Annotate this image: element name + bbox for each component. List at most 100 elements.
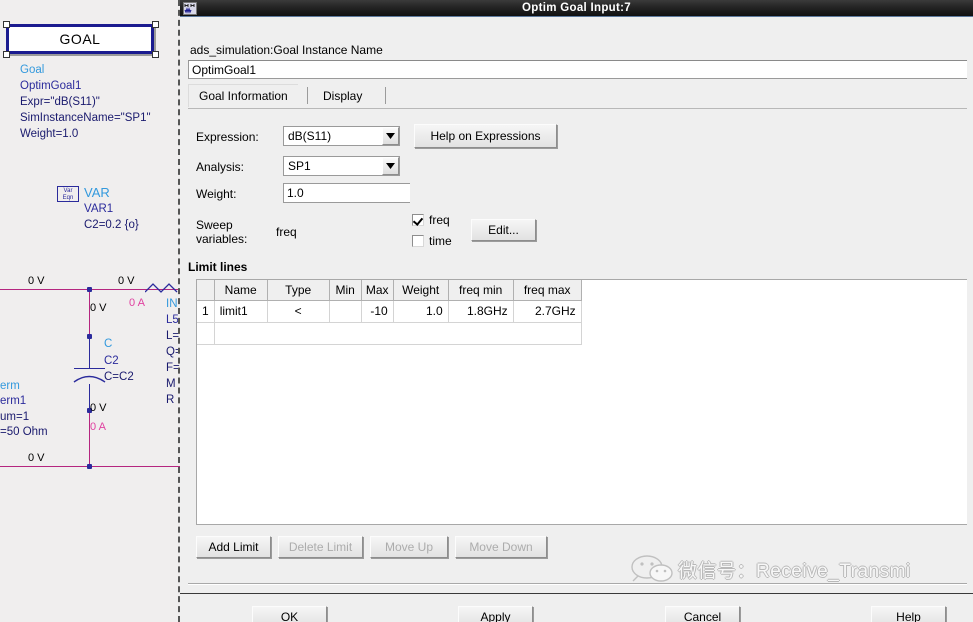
limit-lines-grid: Name Type Min Max Weight freq min freq m…: [197, 280, 582, 345]
tab-goal-information[interactable]: Goal Information: [188, 84, 298, 107]
cell-min[interactable]: [329, 300, 362, 323]
weight-label: Weight:: [196, 187, 237, 201]
help-button[interactable]: Help: [871, 606, 946, 622]
expression-value: dB(S11): [288, 129, 332, 143]
optim-goal-dialog: Optim Goal Input:7 ads_simulation:Goal I…: [180, 0, 973, 622]
cell-weight[interactable]: 1.0: [393, 300, 449, 323]
dialog-titlebar[interactable]: Optim Goal Input:7: [180, 0, 973, 17]
tab-display[interactable]: Display: [313, 84, 372, 107]
schematic-window-icon[interactable]: [183, 1, 197, 15]
selection-handle-bottom-left[interactable]: [3, 51, 10, 58]
column-header-name[interactable]: Name: [214, 280, 268, 301]
add-limit-button[interactable]: Add Limit: [196, 536, 271, 558]
instance-name-label: ads_simulation:Goal Instance Name: [190, 43, 383, 57]
row-index-empty[interactable]: [197, 322, 215, 345]
node-dot-top: [87, 287, 92, 292]
analysis-label: Analysis:: [196, 160, 245, 174]
chevron-down-icon[interactable]: [382, 127, 399, 145]
var-icon-line1: Var: [63, 188, 73, 194]
delete-limit-button[interactable]: Delete Limit: [278, 536, 363, 558]
cell-freq-min[interactable]: 1.8GHz: [448, 300, 514, 323]
cap-annotation-instance: C2: [104, 355, 119, 367]
goal-component-block[interactable]: GOAL: [6, 24, 154, 54]
voltage-label: 0 V: [90, 302, 107, 314]
time-checkbox-label: time: [429, 234, 452, 248]
help-on-expressions-label: Help on Expressions: [430, 129, 541, 143]
bottom-separator: [188, 583, 967, 585]
cell-name[interactable]: limit1: [214, 300, 268, 323]
goal-annotation-weight: Weight=1.0: [20, 128, 79, 140]
tab-separator-1: [307, 87, 308, 104]
cell-type[interactable]: <: [267, 300, 330, 323]
term-annotation-component: erm: [0, 380, 20, 392]
help-label: Help: [896, 610, 921, 622]
right-clipped-1: L5: [166, 314, 179, 326]
selection-handle-top-right[interactable]: [152, 21, 159, 28]
term-annotation-instance: erm1: [0, 395, 27, 407]
goal-instance-name-input[interactable]: [188, 60, 967, 79]
analysis-combobox[interactable]: SP1: [283, 156, 400, 176]
freq-checkbox[interactable]: [412, 214, 424, 226]
node-dot-bottom: [87, 464, 92, 469]
table-row[interactable]: 1 limit1 < -10 1.0 1.8GHz 2.7GHz: [197, 300, 582, 323]
cell-empty[interactable]: [214, 322, 582, 345]
move-down-button[interactable]: Move Down: [455, 536, 547, 558]
column-header-corner[interactable]: [197, 280, 215, 301]
apply-button[interactable]: Apply: [458, 606, 533, 622]
table-row-empty[interactable]: [197, 322, 582, 345]
tab-bar: Goal Information Display: [188, 84, 967, 109]
dialog-body: ads_simulation:Goal Instance Name Goal I…: [180, 17, 973, 622]
expression-combobox[interactable]: dB(S11): [283, 126, 400, 146]
limit-lines-table[interactable]: Name Type Min Max Weight freq min freq m…: [196, 279, 967, 525]
sweep-variables-label-line1: Sweep: [196, 218, 233, 232]
wire-cap-ground: [89, 410, 90, 466]
right-clipped-5: M: [166, 378, 176, 390]
column-header-freq-max[interactable]: freq max: [513, 280, 582, 301]
selection-handle-bottom-right[interactable]: [152, 51, 159, 58]
expression-label: Expression:: [196, 130, 259, 144]
cancel-button[interactable]: Cancel: [665, 606, 740, 622]
move-up-button[interactable]: Move Up: [370, 536, 448, 558]
term-annotation-impedance: =50 Ohm: [0, 426, 48, 438]
row-index[interactable]: 1: [197, 300, 215, 323]
table-header-row: Name Type Min Max Weight freq min freq m…: [197, 280, 582, 301]
column-header-type[interactable]: Type: [267, 280, 330, 301]
move-up-label: Move Up: [384, 540, 434, 554]
goal-annotation-siminstance: SimInstanceName="SP1": [20, 112, 151, 124]
column-header-freq-min[interactable]: freq min: [448, 280, 514, 301]
cap-plate-top: [74, 368, 105, 369]
var-icon-line2: Eqn: [62, 195, 74, 201]
move-down-label: Move Down: [469, 540, 533, 554]
chevron-down-icon[interactable]: [382, 157, 399, 175]
column-header-max[interactable]: Max: [361, 280, 394, 301]
right-clipped-0: IN: [166, 298, 178, 310]
column-header-min[interactable]: Min: [329, 280, 362, 301]
limit-lines-title: Limit lines: [188, 260, 248, 274]
var-annotation-instance: VAR1: [84, 203, 114, 215]
var-annotation-component: VAR: [84, 185, 110, 200]
sweep-variables-label-line2: variables:: [196, 232, 248, 246]
time-checkbox[interactable]: [412, 235, 424, 247]
analysis-value: SP1: [288, 159, 311, 173]
voltage-label: 0 V: [28, 275, 45, 287]
inductor-symbol: [145, 283, 178, 293]
cell-max[interactable]: -10: [361, 300, 394, 323]
edit-sweep-button[interactable]: Edit...: [471, 219, 536, 241]
column-header-weight[interactable]: Weight: [393, 280, 449, 301]
weight-input[interactable]: [283, 183, 410, 203]
cap-lead-top: [89, 336, 90, 368]
selection-handle-top-left[interactable]: [3, 21, 10, 28]
ok-button[interactable]: OK: [252, 606, 327, 622]
cell-freq-max[interactable]: 2.7GHz: [513, 300, 582, 323]
dialog-title: Optim Goal Input:7: [522, 2, 631, 14]
var-eqn-icon[interactable]: Var Eqn: [57, 186, 79, 202]
cap-plate-bottom: [73, 375, 106, 383]
goal-annotation-instance: OptimGoal1: [20, 80, 82, 92]
time-checkbox-row[interactable]: time: [412, 234, 452, 248]
help-on-expressions-button[interactable]: Help on Expressions: [414, 124, 557, 148]
freq-checkbox-row[interactable]: freq: [412, 213, 450, 227]
schematic-canvas[interactable]: GOAL Goal OptimGoal1 Expr="dB(S11)" SimI…: [0, 0, 180, 622]
goal-annotation-expr: Expr="dB(S11)": [20, 96, 100, 108]
voltage-label: 0 V: [90, 402, 107, 414]
edit-sweep-label: Edit...: [488, 223, 519, 237]
